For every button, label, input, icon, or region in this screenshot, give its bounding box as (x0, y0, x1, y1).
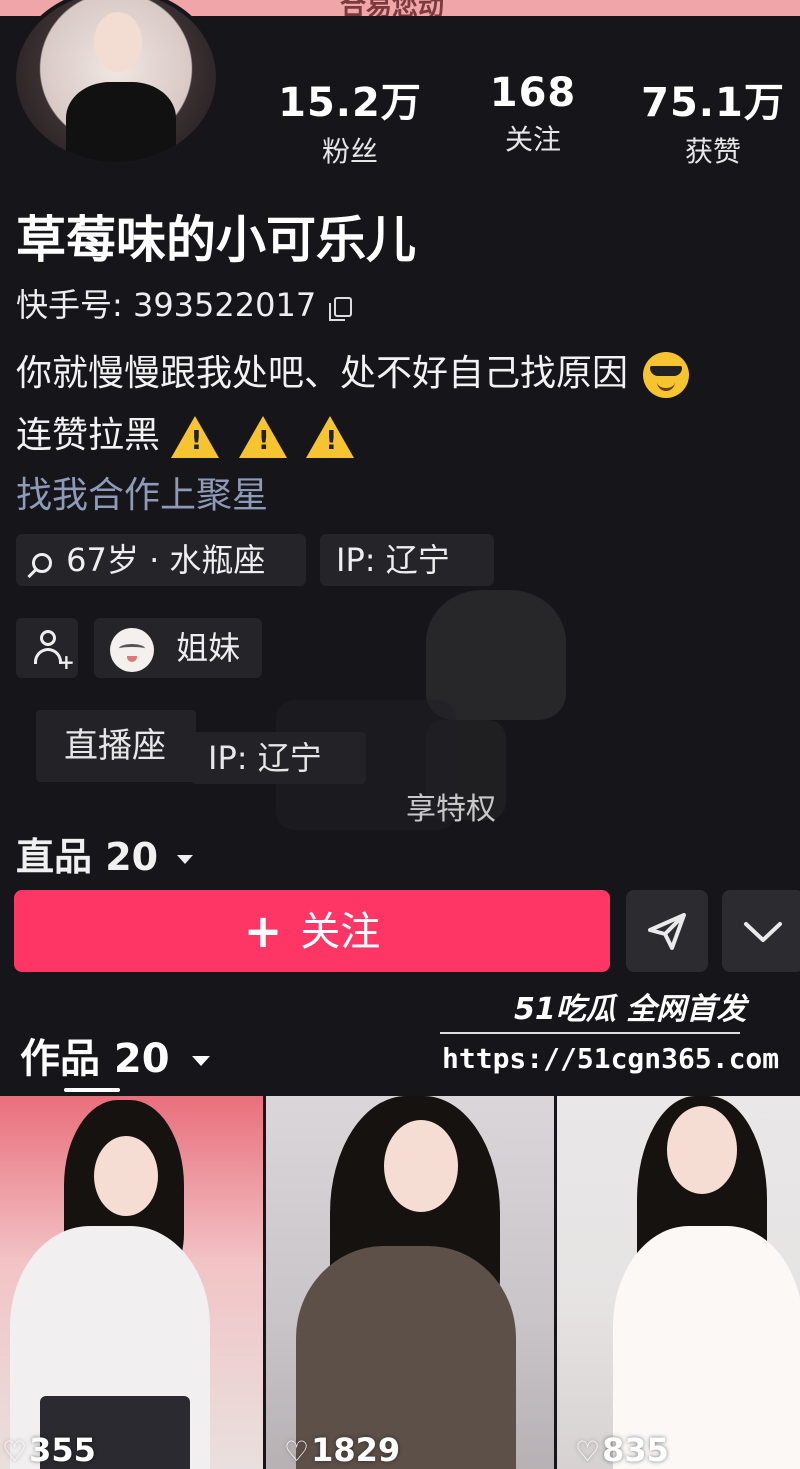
tag-age-constellation[interactable]: 67岁 · 水瓶座 (16, 534, 306, 586)
stat-fans-value: 15.2万 (278, 80, 422, 126)
more-options-button[interactable] (722, 890, 800, 972)
avatar-face (94, 12, 142, 72)
bio-line-2-text: 连赞拉黑 (16, 415, 161, 456)
video-likes-count: 1829 (311, 1431, 401, 1469)
tab-works-label: 作品 20 (20, 1036, 170, 1082)
heart-icon: ♡ (575, 1435, 601, 1468)
follow-button[interactable]: + 关注 (14, 890, 610, 972)
bio-line-2: 连赞拉黑 (16, 406, 362, 458)
warning-emoji-icon (171, 416, 220, 458)
avatar[interactable] (12, 0, 220, 166)
plus-icon: + (243, 904, 283, 958)
kuaishou-id: 快手号: 393522017 (16, 280, 353, 326)
caret-down-icon (177, 855, 194, 864)
stat-likes-label: 获赞 (684, 135, 741, 168)
video-likes-count: 355 (29, 1431, 96, 1469)
send-icon (648, 913, 686, 950)
add-person-icon: + (34, 630, 75, 674)
warning-emoji-icon (306, 416, 355, 458)
tag-sister[interactable]: 姐妹 (94, 618, 262, 678)
avatar-body (66, 82, 176, 162)
video-thumbnail[interactable]: ♡355 (0, 1096, 263, 1469)
video-thumbnail[interactable]: ♡1829 (266, 1096, 554, 1469)
thumbnail-face (94, 1136, 158, 1216)
ghost-live-label: 直播座 (36, 710, 196, 782)
stat-following[interactable]: 168 关注 (443, 70, 623, 158)
stat-likes-value: 75.1万 (641, 80, 785, 126)
add-friend-button[interactable]: + (16, 618, 78, 678)
watermark-url: https://51cgn365.com (442, 1042, 780, 1075)
stat-fans[interactable]: 15.2万 粉丝 (260, 70, 440, 170)
ghost-works-text: 直品 20 (16, 835, 159, 879)
stat-likes[interactable]: 75.1万 获赞 (623, 70, 800, 170)
heart-icon: ♡ (284, 1435, 310, 1468)
chevron-down-icon (744, 922, 782, 942)
sister-avatar-icon (110, 628, 154, 672)
heart-icon: ♡ (2, 1435, 28, 1468)
video-likes: ♡355 (2, 1431, 96, 1469)
follow-button-label: 关注 (300, 909, 381, 955)
video-likes: ♡1829 (284, 1431, 400, 1469)
profile-nickname: 草莓味的小可乐儿 (16, 211, 416, 269)
video-likes-count: 835 (602, 1431, 669, 1469)
stat-following-label: 关注 (504, 123, 561, 156)
tag-age-text: 67岁 · 水瓶座 (66, 541, 266, 579)
ghost-figure (426, 590, 566, 720)
tag-ip-location: IP: 辽宁 (320, 534, 494, 586)
watermark: 51吃瓜 全网首发 https://51cgn365.com (440, 984, 779, 1080)
video-thumbnail[interactable]: ♡835 (557, 1096, 800, 1469)
stat-following-value: 168 (489, 70, 577, 116)
share-button[interactable] (626, 890, 708, 972)
ghost-ip-label: IP: 辽宁 (192, 732, 366, 784)
kuaishou-id-text: 快手号: 393522017 (16, 286, 317, 324)
stats-row: 15.2万 粉丝 168 关注 75.1万 获赞 (260, 70, 800, 170)
bio-line-1-text: 你就慢慢跟我处吧、处不好自己找原因 (16, 353, 629, 394)
bio-cooperation-link[interactable]: 找我合作上聚星 (16, 466, 268, 518)
copy-icon[interactable] (329, 297, 353, 321)
bio-line-1: 你就慢慢跟我处吧、处不好自己找原因 (16, 344, 690, 398)
watermark-logo: 51吃瓜 全网首发 (514, 992, 747, 1027)
tab-works-indicator (64, 1088, 120, 1092)
video-likes: ♡835 (575, 1431, 669, 1469)
sunglasses-emoji-icon (643, 352, 690, 398)
ghost-privilege-label: 享特权 (406, 792, 496, 827)
ghost-works-label: 直品 20 (16, 826, 194, 881)
tab-works[interactable]: 作品 20 (20, 1026, 210, 1084)
warning-emoji-icon (238, 416, 287, 458)
banner-text: 合易您动 (340, 0, 445, 16)
stat-fans-label: 粉丝 (321, 135, 378, 168)
tag-sister-text: 姐妹 (176, 629, 241, 667)
search-icon (32, 553, 52, 573)
video-grid: ♡355 ♡1829 ♡835 (0, 1096, 800, 1469)
thumbnail-face (667, 1106, 737, 1194)
watermark-divider (440, 1032, 740, 1034)
thumbnail-face (384, 1120, 458, 1212)
caret-down-icon (191, 1056, 210, 1066)
